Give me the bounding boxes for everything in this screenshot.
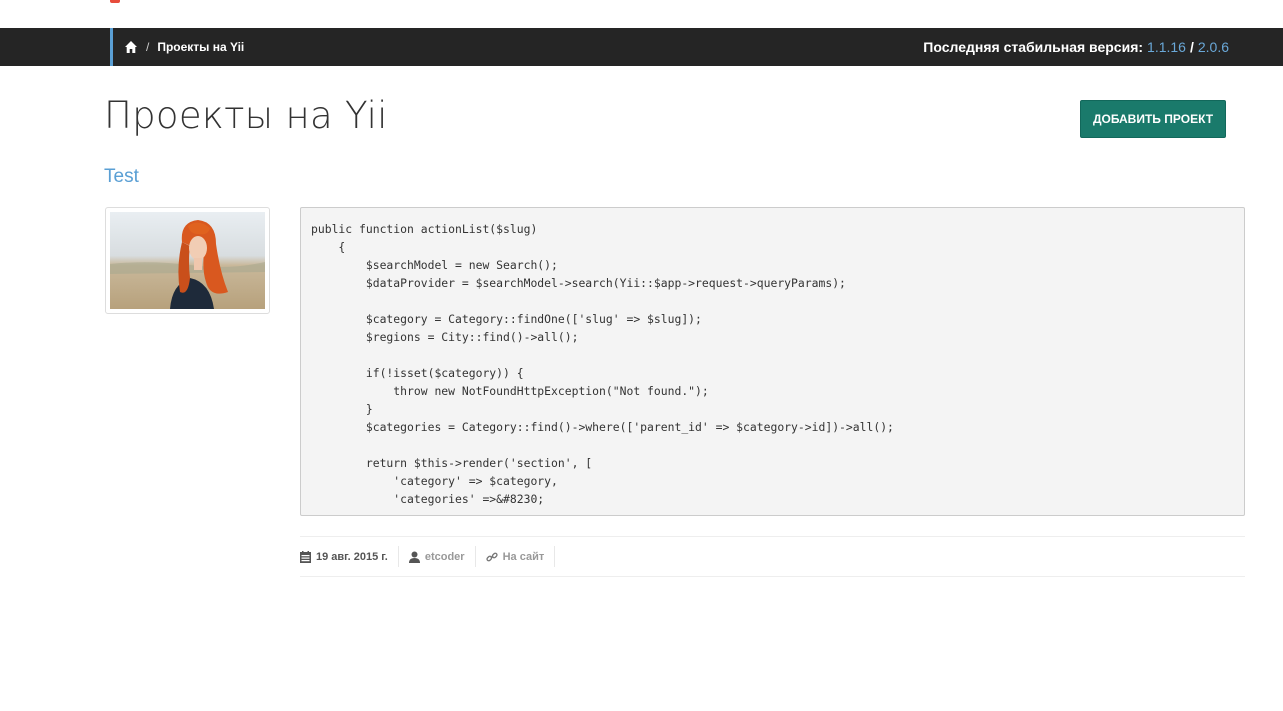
calendar-icon xyxy=(300,550,311,563)
page-title: Проекты на Yii xyxy=(104,94,388,137)
breadcrumb-separator: / xyxy=(146,40,150,54)
code-text: public function actionList($slug) { $sea… xyxy=(311,222,894,506)
meta-author-text[interactable]: etcoder xyxy=(425,551,465,563)
meta-date-text: 19 авг. 2015 г. xyxy=(316,550,388,563)
add-project-button[interactable]: ДОБАВИТЬ ПРОЕКТ xyxy=(1080,100,1226,138)
project-title-link[interactable]: Test xyxy=(104,166,139,188)
version-separator: / xyxy=(1189,39,1194,55)
topbar-accent xyxy=(110,28,113,66)
meta-date: 19 авг. 2015 г. xyxy=(300,546,399,567)
code-snippet: public function actionList($slug) { $sea… xyxy=(300,207,1245,516)
project-image xyxy=(110,212,265,309)
version-2-link[interactable]: 2.0.6 xyxy=(1198,39,1229,55)
top-bar: / Проекты на Yii Последняя стабильная ве… xyxy=(0,28,1283,66)
project-thumbnail[interactable] xyxy=(105,207,270,314)
home-icon[interactable] xyxy=(124,40,138,54)
logo-fragment xyxy=(110,0,120,3)
link-icon xyxy=(485,552,498,561)
version-1-link[interactable]: 1.1.16 xyxy=(1147,39,1186,55)
meta-site[interactable]: На сайт xyxy=(476,546,556,567)
user-icon xyxy=(408,551,420,563)
breadcrumb: / Проекты на Yii xyxy=(124,28,244,66)
meta-site-link[interactable]: На сайт xyxy=(503,551,545,563)
meta-author[interactable]: etcoder xyxy=(399,546,476,567)
stable-version: Последняя стабильная версия: 1.1.16 / 2.… xyxy=(923,28,1229,66)
breadcrumb-current: Проекты на Yii xyxy=(157,40,245,54)
version-label: Последняя стабильная версия: xyxy=(923,39,1144,55)
project-meta: 19 авг. 2015 г. etcoder На сайт xyxy=(300,536,1245,577)
